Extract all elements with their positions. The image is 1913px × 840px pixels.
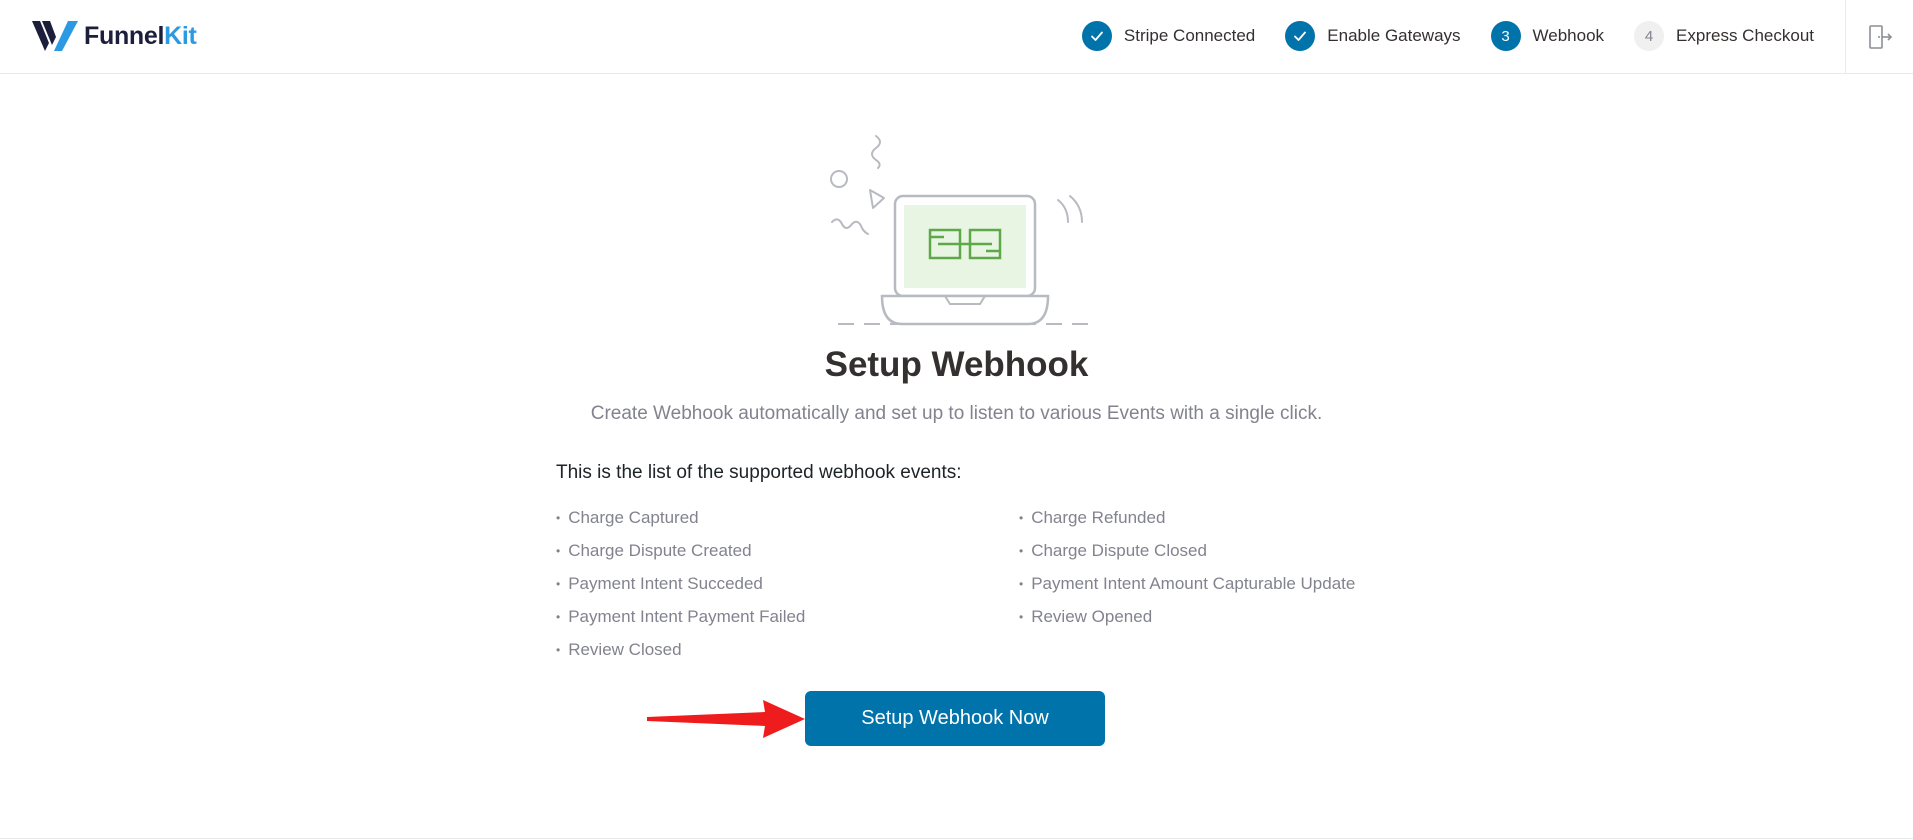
check-icon	[1285, 21, 1316, 51]
event-label: Charge Dispute Created	[568, 540, 752, 560]
bullet-icon: •	[1019, 510, 1024, 525]
list-item: • Payment Intent Succeded	[556, 567, 805, 600]
funnelkit-logo[interactable]: FunnelKit	[32, 18, 197, 54]
webhook-laptop-illustration	[830, 135, 1090, 326]
onboarding-steps: Stripe Connected Enable Gateways 3 Webho…	[1081, 21, 1814, 51]
bullet-icon: •	[1019, 609, 1024, 624]
red-arrow-icon	[647, 700, 805, 738]
step-label: Enable Gateways	[1327, 26, 1461, 45]
logo-text-kit: Kit	[164, 21, 197, 50]
step-label: Webhook	[1532, 26, 1605, 45]
event-label: Charge Captured	[568, 507, 699, 527]
setup-webhook-now-button[interactable]: Setup Webhook Now	[805, 691, 1105, 746]
bullet-icon: •	[556, 510, 561, 525]
step-stripe-connected[interactable]: Stripe Connected	[1081, 21, 1256, 51]
logo-text-funnel: Funnel	[84, 21, 165, 50]
page-title: Setup Webhook	[824, 345, 1089, 384]
event-label: Charge Refunded	[1031, 507, 1166, 527]
exit-button[interactable]	[1845, 0, 1913, 74]
footer-divider	[0, 838, 1913, 839]
list-item: • Review Closed	[556, 633, 805, 666]
event-label: Charge Dispute Closed	[1031, 540, 1207, 560]
events-list-left: • Charge Captured • Charge Dispute Created…	[556, 501, 805, 666]
events-list-right: • Charge Refunded • Charge Dispute Closed …	[1019, 501, 1355, 633]
bullet-icon: •	[1019, 543, 1024, 558]
funnelkit-logo-mark-icon	[32, 21, 78, 51]
list-item: • Payment Intent Amount Capturable Update	[1019, 567, 1355, 600]
step-number-badge: 4	[1634, 21, 1665, 51]
bullet-icon: •	[556, 642, 561, 657]
events-heading: This is the list of the supported webhoo…	[556, 462, 962, 483]
list-item: • Charge Captured	[556, 501, 805, 534]
step-express-checkout[interactable]: 4 Express Checkout	[1634, 21, 1814, 51]
page-subtitle: Create Webhook automatically and set up …	[590, 403, 1323, 424]
event-label: Payment Intent Payment Failed	[568, 606, 806, 626]
bullet-icon: •	[556, 576, 561, 591]
list-item: • Charge Dispute Created	[556, 534, 805, 567]
event-label: Payment Intent Succeded	[568, 573, 763, 593]
exit-icon	[1868, 25, 1892, 49]
bullet-icon: •	[556, 609, 561, 624]
event-label: Review Closed	[568, 639, 682, 659]
top-bar: FunnelKit Stripe Connected Enable Gatewa…	[0, 0, 1913, 74]
step-label: Stripe Connected	[1123, 26, 1256, 45]
check-icon	[1081, 21, 1112, 51]
bullet-icon: •	[556, 543, 561, 558]
step-number-badge: 3	[1490, 21, 1521, 51]
list-item: • Charge Dispute Closed	[1019, 534, 1355, 567]
list-item: • Charge Refunded	[1019, 501, 1355, 534]
bullet-icon: •	[1019, 576, 1024, 591]
logo-wordmark: FunnelKit	[84, 22, 197, 51]
list-item: • Review Opened	[1019, 600, 1355, 633]
event-label: Review Opened	[1031, 606, 1153, 626]
list-item: • Payment Intent Payment Failed	[556, 600, 805, 633]
event-label: Payment Intent Amount Capturable Update	[1031, 573, 1356, 593]
step-enable-gateways[interactable]: Enable Gateways	[1285, 21, 1461, 51]
step-webhook[interactable]: 3 Webhook	[1490, 21, 1605, 51]
step-label: Express Checkout	[1676, 26, 1814, 45]
